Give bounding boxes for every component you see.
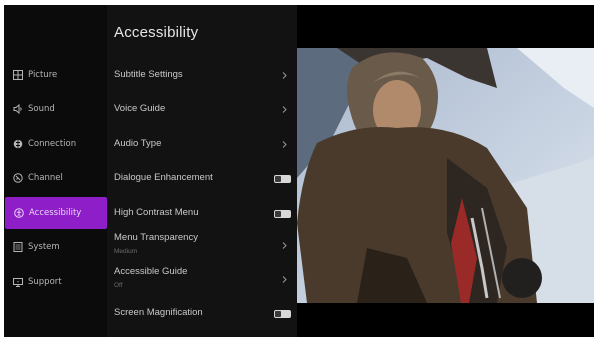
sidebar-item-label: System	[28, 242, 60, 252]
sidebar-item-accessibility[interactable]: Accessibility	[5, 197, 107, 229]
video-preview-image	[297, 48, 594, 303]
chevron-right-icon	[282, 276, 287, 283]
sidebar-item-label: Picture	[28, 70, 58, 80]
chevron-right-icon	[282, 242, 287, 249]
row-label: High Contrast Menu	[114, 207, 199, 218]
high-contrast-menu-toggle[interactable]	[274, 210, 291, 218]
row-label: Subtitle Settings	[114, 69, 183, 80]
page-title: Accessibility	[114, 24, 199, 41]
sidebar-item-label: Accessibility	[29, 208, 82, 218]
satellite-dish-icon	[13, 173, 23, 183]
row-value: Medium	[114, 248, 138, 255]
toggle-knob	[275, 311, 281, 317]
subtitle-settings-row[interactable]: Subtitle Settings	[107, 59, 297, 92]
dialogue-enhancement-row[interactable]: Dialogue Enhancement	[107, 162, 297, 195]
chevron-right-icon	[282, 72, 287, 79]
accessibility-panel: Accessibility Subtitle Settings Voice Gu…	[107, 5, 297, 337]
sidebar-item-channel[interactable]: Channel	[4, 162, 107, 194]
sidebar-item-sound[interactable]: Sound	[4, 93, 107, 125]
sidebar-item-label: Channel	[28, 173, 63, 183]
support-icon	[13, 277, 23, 287]
dialogue-enhancement-toggle[interactable]	[274, 175, 291, 183]
row-label: Menu Transparency	[114, 232, 198, 243]
row-label: Screen Magnification	[114, 307, 203, 318]
row-label: Dialogue Enhancement	[114, 172, 213, 183]
video-preview	[297, 48, 594, 303]
row-label: Audio Type	[114, 138, 162, 149]
picture-icon	[13, 70, 23, 80]
high-contrast-menu-row[interactable]: High Contrast Menu	[107, 197, 297, 230]
sidebar-item-support[interactable]: Support	[4, 266, 107, 298]
system-icon	[13, 242, 23, 252]
chevron-right-icon	[282, 106, 287, 113]
accessibility-icon	[14, 208, 24, 218]
sidebar-item-system[interactable]: System	[4, 231, 107, 263]
voice-guide-row[interactable]: Voice Guide	[107, 93, 297, 126]
tv-screen: Picture Sound Connection Channel Accessi…	[4, 5, 594, 337]
accessible-guide-row[interactable]: Accessible Guide Off	[107, 263, 297, 296]
speaker-icon	[13, 104, 23, 114]
sidebar-item-label: Connection	[28, 139, 77, 149]
audio-type-row[interactable]: Audio Type	[107, 128, 297, 161]
row-value: Off	[114, 282, 123, 289]
sidebar-item-label: Support	[28, 277, 62, 287]
globe-icon	[13, 139, 23, 149]
row-label: Voice Guide	[114, 103, 166, 114]
toggle-knob	[275, 211, 281, 217]
screen-magnification-toggle[interactable]	[274, 310, 291, 318]
sidebar-item-picture[interactable]: Picture	[4, 59, 107, 91]
menu-transparency-row[interactable]: Menu Transparency Medium	[107, 229, 297, 262]
settings-sidebar: Picture Sound Connection Channel Accessi…	[4, 5, 107, 337]
row-label: Accessible Guide	[114, 266, 188, 277]
toggle-knob	[275, 176, 281, 182]
sidebar-item-connection[interactable]: Connection	[4, 128, 107, 160]
screen-magnification-row[interactable]: Screen Magnification	[107, 297, 297, 330]
sidebar-item-label: Sound	[28, 104, 55, 114]
chevron-right-icon	[282, 141, 287, 148]
